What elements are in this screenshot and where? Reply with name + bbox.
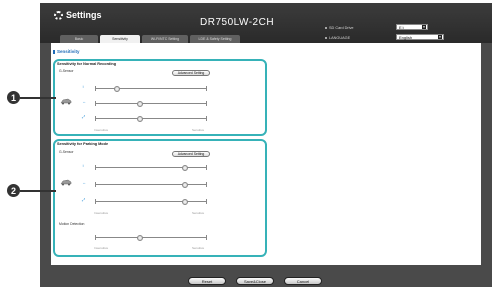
parking-advanced-setting-button[interactable]: Advanced Setting xyxy=(172,151,210,157)
dropdown-arrow-icon: ▼ xyxy=(438,35,442,39)
parking-slider-z[interactable] xyxy=(95,198,207,205)
sd-card-label: SD Card Drive xyxy=(325,26,353,30)
axis-x-icon: ↔ xyxy=(82,180,86,185)
axis-z-icon: ⤢ xyxy=(82,197,86,202)
axis-z-icon: ⤢ xyxy=(82,114,86,119)
parking-slider-x[interactable] xyxy=(95,181,207,188)
model-name: DR750LW-2CH xyxy=(200,17,275,28)
slider-knob[interactable] xyxy=(181,181,188,188)
axis-y-icon: ↕ xyxy=(82,163,84,168)
car-icon xyxy=(60,179,72,186)
slider-knob[interactable] xyxy=(136,100,143,107)
car-icon xyxy=(60,98,72,105)
save-close-button[interactable]: Save&Close xyxy=(236,277,274,285)
motion-insensitive-label: Insensitive xyxy=(94,246,109,250)
normal-sensitive-label: Sensitive xyxy=(192,128,205,132)
tab-bar: Basic Sensitivity Wi-Fi/NTC Setting LDE … xyxy=(60,35,240,43)
callout-2: 2 xyxy=(6,183,21,198)
normal-slider-z[interactable] xyxy=(95,115,207,122)
parking-sensitive-label: Sensitive xyxy=(192,211,205,215)
gear-icon xyxy=(54,10,63,20)
motion-detection-label: Motion Detection xyxy=(59,222,85,226)
normal-slider-y[interactable] xyxy=(95,85,207,92)
reset-button[interactable]: Reset xyxy=(188,277,226,285)
normal-advanced-setting-button[interactable]: Advanced Setting xyxy=(172,70,210,76)
section-heading: Sensitivity xyxy=(53,49,80,54)
slider-knob[interactable] xyxy=(181,198,188,205)
parking-mode-title: Sensitivity for Parking Mode xyxy=(57,142,109,146)
settings-title: Settings xyxy=(54,10,102,20)
cancel-button[interactable]: Cancel xyxy=(284,277,322,285)
slider-knob[interactable] xyxy=(136,115,143,122)
tab-basic[interactable]: Basic xyxy=(60,35,98,43)
normal-recording-title: Sensitivity for Normal Recording xyxy=(57,62,117,66)
callout-1-line xyxy=(20,97,56,99)
parking-slider-y[interactable] xyxy=(95,164,207,171)
tab-sensitivity[interactable]: Sensitivity xyxy=(100,35,140,43)
motion-sensitive-label: Sensitive xyxy=(192,246,205,250)
dropdown-arrow-icon: ▼ xyxy=(422,25,426,29)
normal-slider-x[interactable] xyxy=(95,100,207,107)
axis-x-icon: ↔ xyxy=(82,99,86,104)
language-label: LANGUAGE xyxy=(325,36,350,40)
sd-card-select[interactable]: E:\ ▼ xyxy=(396,24,428,30)
language-select[interactable]: English ▼ xyxy=(396,34,444,40)
normal-gsensor-label: G-Sensor xyxy=(59,69,74,73)
tab-lde-safety[interactable]: LDE & Safety Setting xyxy=(190,35,240,43)
settings-title-text: Settings xyxy=(66,10,102,20)
tab-wifi-ntc[interactable]: Wi-Fi/NTC Setting xyxy=(142,35,188,43)
slider-knob[interactable] xyxy=(114,85,121,92)
callout-1: 1 xyxy=(6,90,21,105)
motion-detection-slider[interactable] xyxy=(95,234,207,241)
slider-knob[interactable] xyxy=(136,234,143,241)
parking-gsensor-label: G-Sensor xyxy=(59,150,74,154)
slider-knob[interactable] xyxy=(181,164,188,171)
normal-recording-panel xyxy=(53,59,267,136)
callout-2-line xyxy=(20,190,56,192)
normal-insensitive-label: Insensitive xyxy=(94,128,109,132)
parking-insensitive-label: Insensitive xyxy=(94,211,109,215)
axis-y-icon: ↕ xyxy=(82,84,84,89)
